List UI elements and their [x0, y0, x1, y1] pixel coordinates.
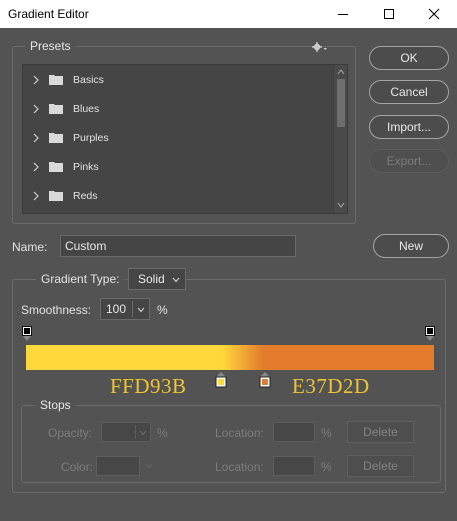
presets-title: Presets — [25, 39, 76, 53]
opacity-location-label: Location: — [215, 426, 264, 440]
opacity-stop-icon — [425, 326, 435, 341]
folder-icon — [49, 104, 63, 114]
chevron-down-icon — [145, 463, 153, 469]
window-title: Gradient Editor — [8, 7, 89, 21]
opacity-unit: % — [157, 426, 168, 440]
name-label: Name: — [12, 240, 48, 254]
close-icon — [428, 8, 440, 20]
chevron-right-icon[interactable] — [31, 132, 41, 144]
folder-icon — [49, 75, 63, 85]
smoothness-divider — [132, 301, 133, 317]
opacity-stop-left[interactable] — [22, 326, 32, 342]
color-label: Color: — [61, 460, 94, 474]
name-input[interactable]: Custom — [60, 235, 296, 257]
color-stop-icon — [259, 372, 271, 388]
opacity-label: Opacity: — [48, 426, 93, 440]
preset-folder-pinks[interactable]: Pinks — [23, 152, 333, 181]
preset-label: Blues — [73, 102, 100, 115]
smoothness-value: 100 — [106, 302, 127, 316]
title-bar: Gradient Editor — [0, 0, 457, 28]
minimize-icon — [338, 14, 348, 15]
delete-opacity-stop-button: Delete — [347, 421, 414, 443]
delete-color-stop-button: Delete — [347, 455, 414, 477]
preset-folder-basics[interactable]: Basics — [23, 65, 333, 94]
cancel-button[interactable]: Cancel — [369, 80, 449, 104]
stops-title: Stops — [35, 398, 76, 412]
preset-label: Pinks — [73, 160, 99, 173]
presets-scrollbar[interactable] — [333, 65, 347, 213]
opacity-location-field — [273, 422, 315, 442]
color-stop-right[interactable] — [259, 372, 271, 388]
color-stop-icon — [215, 372, 227, 388]
preset-label: Reds — [73, 189, 98, 202]
new-button[interactable]: New — [373, 234, 449, 258]
maximize-button[interactable] — [366, 0, 412, 28]
scroll-down-icon[interactable] — [337, 201, 345, 209]
color-location-field — [273, 456, 315, 476]
chevron-down-icon[interactable] — [137, 307, 145, 313]
gear-icon — [312, 42, 327, 52]
folder-icon — [49, 133, 63, 143]
chevron-right-icon[interactable] — [31, 74, 41, 86]
preset-folder-blues[interactable]: Blues — [23, 94, 333, 123]
gradient-preview-bar[interactable] — [26, 345, 434, 370]
import-button[interactable]: Import... — [369, 115, 449, 139]
chevron-down-icon — [172, 277, 180, 283]
minimize-button[interactable] — [320, 0, 366, 28]
preset-label: Basics — [73, 73, 104, 86]
presets-settings-button[interactable] — [311, 41, 329, 53]
preset-label: Purples — [73, 131, 109, 144]
color-location-unit: % — [321, 460, 332, 474]
chevron-right-icon[interactable] — [31, 190, 41, 202]
ok-button[interactable]: OK — [369, 46, 449, 70]
presets-list[interactable]: Basics Blues Purples Pinks Reds — [22, 64, 348, 214]
chevron-right-icon[interactable] — [31, 161, 41, 173]
export-button: Export... — [369, 149, 449, 173]
folder-icon — [49, 162, 63, 172]
smoothness-label: Smoothness: — [21, 303, 92, 317]
gradient-type-label: Gradient Type: — [36, 272, 125, 286]
scrollbar-thumb[interactable] — [337, 79, 345, 127]
gradient-type-select[interactable]: Solid — [128, 268, 186, 290]
gradient-type-value: Solid — [138, 272, 165, 286]
smoothness-input[interactable]: 100 — [100, 298, 150, 320]
chevron-right-icon[interactable] — [31, 103, 41, 115]
scroll-up-icon[interactable] — [337, 68, 345, 76]
maximize-icon — [384, 9, 394, 19]
opacity-stop-right[interactable] — [425, 326, 435, 342]
folder-icon — [49, 191, 63, 201]
opacity-stop-icon — [22, 326, 32, 341]
left-stop-hex-label: FFD93B — [110, 374, 187, 398]
color-swatch — [96, 456, 140, 476]
opacity-divider — [135, 425, 136, 439]
color-stop-left[interactable] — [215, 372, 227, 388]
opacity-location-unit: % — [321, 426, 332, 440]
close-button[interactable] — [411, 0, 457, 28]
preset-folder-purples[interactable]: Purples — [23, 123, 333, 152]
chevron-down-icon — [139, 430, 147, 436]
color-location-label: Location: — [215, 460, 264, 474]
opacity-field — [101, 422, 151, 442]
right-stop-hex-label: E37D2D — [292, 374, 370, 398]
smoothness-unit: % — [157, 303, 168, 317]
preset-folder-reds[interactable]: Reds — [23, 181, 333, 210]
